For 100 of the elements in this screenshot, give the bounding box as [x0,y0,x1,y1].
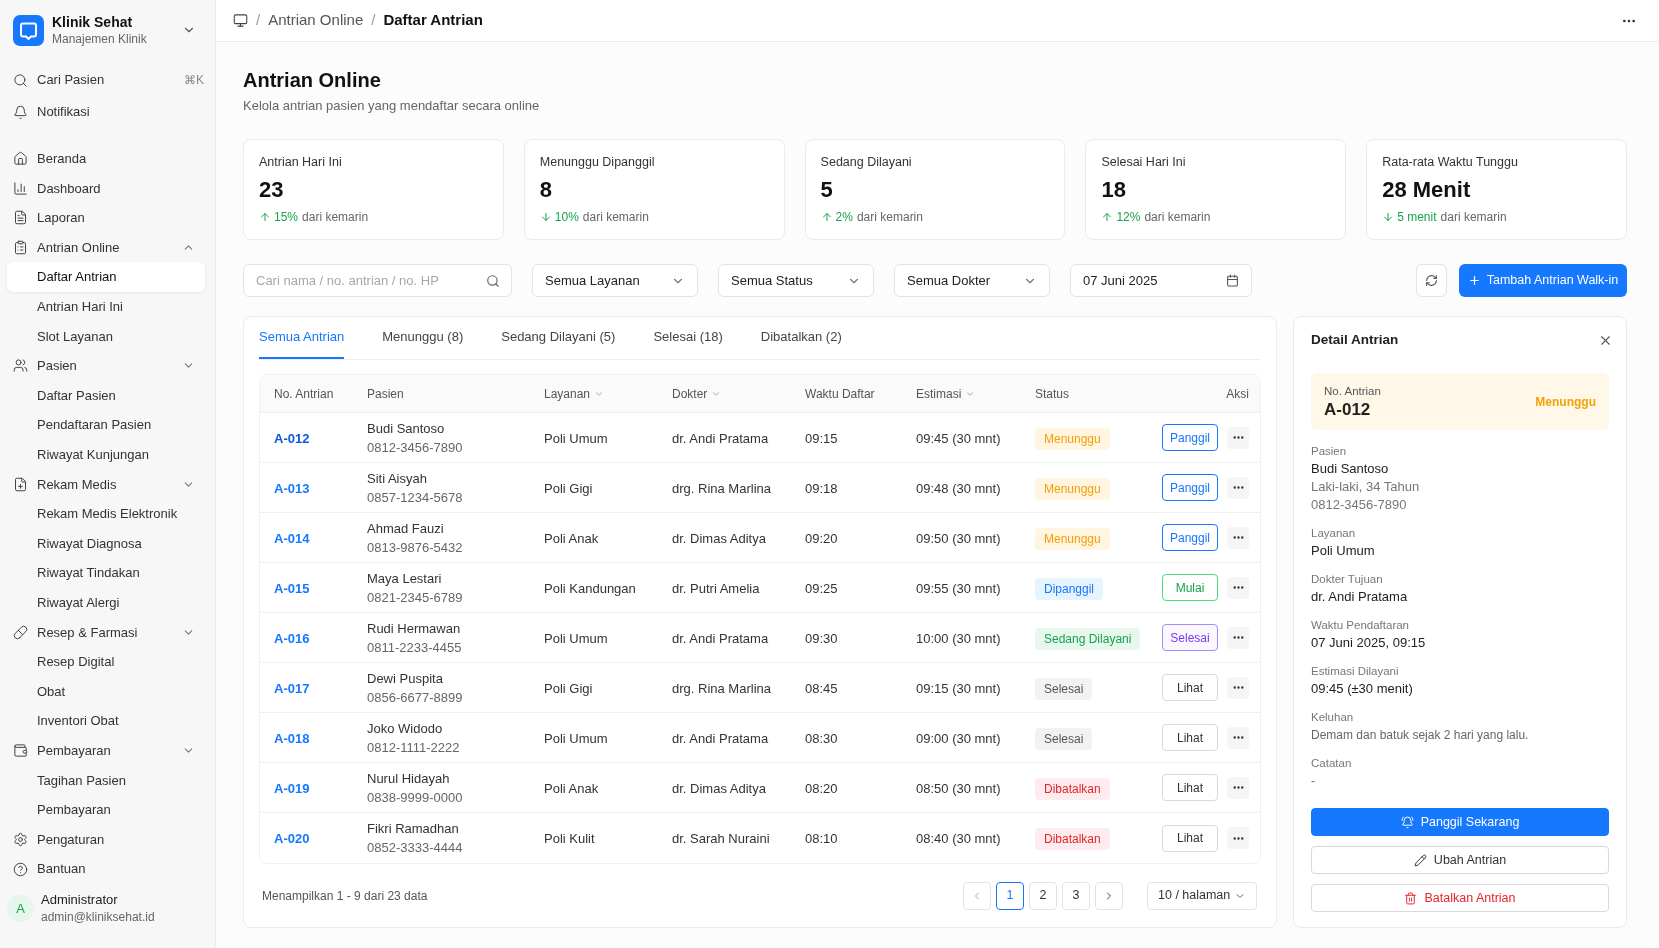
nav-item[interactable]: Rekam Medis Elektronik [7,499,205,529]
page-button[interactable]: 3 [1062,881,1090,910]
nav-item[interactable]: Notifikasi [7,97,205,127]
queue-number-link[interactable]: A-019 [274,780,310,796]
action-button[interactable]: Lihat [1162,824,1218,852]
settings-icon [13,831,28,847]
more-button[interactable] [1227,626,1249,649]
more-button[interactable] [1227,576,1249,599]
status-badge: Sedang Dilayani [1035,627,1141,650]
patient-name: Budi Santoso [367,419,446,438]
add-button[interactable]: Tambah Antrian Walk-in [1459,264,1627,297]
status-badge: Selesai [1035,727,1093,750]
nav-item[interactable]: Pembayaran [7,795,205,825]
nav-item[interactable]: Cari Pasien ⌘K [7,65,205,95]
patient-name: Nurul Hidayah [367,769,451,788]
tab[interactable]: Menunggu (8) [382,317,464,359]
stat-label: Antrian Hari Ini [259,154,343,171]
doctor-text: dr. Putri Amelia [672,580,760,596]
nav-item[interactable]: Resep & Farmasi [7,617,205,648]
action-button[interactable]: Selesai [1162,624,1218,651]
nav-item[interactable]: Riwayat Diagnosa [7,528,205,559]
nav-item[interactable]: Beranda [7,144,205,174]
action-button[interactable]: Lihat [1162,724,1218,751]
nav-item[interactable]: Pembayaran [7,735,205,766]
queue-number-link[interactable]: A-020 [274,831,310,846]
users-icon [13,358,28,374]
field-value: Budi Santoso [1311,460,1390,478]
search-field[interactable]: Cari nama / no. antrian / no. HP [243,264,512,297]
queue-number-link[interactable]: A-017 [274,680,310,696]
queue-number-link[interactable]: A-016 [274,630,310,646]
service-text: Poli Kulit [544,831,595,846]
nav-item[interactable]: Inventori Obat [7,706,205,736]
nav-item[interactable]: Resep Digital [7,647,205,677]
action-button[interactable]: Panggil [1162,524,1218,551]
stat-value: 28 Menit [1382,176,1472,204]
nav-item[interactable]: Tagihan Pasien [7,765,205,796]
tab[interactable]: Dibatalkan (2) [760,317,842,359]
more-button[interactable] [1227,776,1249,799]
patient-name: Joko Widodo [367,719,444,738]
status-badge: Selesai [1035,677,1093,700]
more-button[interactable] [1227,676,1249,699]
action-button[interactable]: Lihat [1162,674,1218,701]
nav-item[interactable]: Daftar Pasien [7,380,205,411]
more-button[interactable] [1227,726,1249,749]
breadcrumb-link[interactable]: Antrian Online [268,9,364,32]
more-button[interactable] [1227,827,1249,849]
page-button[interactable]: 1 [996,881,1024,910]
time-text: 09:18 [805,480,838,496]
tab[interactable]: Sedang Dilayani (5) [501,317,616,359]
queue-number-link[interactable]: A-015 [274,580,310,596]
page-button[interactable]: 2 [1029,881,1057,910]
more-button[interactable] [1227,526,1249,549]
nav-item[interactable]: Riwayat Tindakan [7,558,205,588]
status-badge: Menunggu [1035,527,1110,550]
field-value: 0812-3456-7890 [1311,496,1408,514]
patient-phone: 0812-1111-2222 [367,738,461,757]
avatar: A [7,895,34,923]
nav-item[interactable]: Riwayat Alergi [7,587,205,618]
more-button[interactable] [1227,476,1249,499]
refresh-button[interactable] [1416,264,1447,297]
column-header: No. Antrian [274,385,334,403]
queue-label: No. Antrian [1324,383,1381,399]
service-text: Poli Gigi [544,680,593,696]
plus-icon [1467,274,1481,287]
edit-button[interactable]: Ubah Antrian [1311,846,1609,874]
page-size-dropdown[interactable]: 10 / halaman [1147,881,1257,910]
filter-dropdown[interactable]: Semua Layanan [532,264,698,297]
nav-item[interactable]: Obat [7,676,205,707]
nav-item[interactable]: Slot Layanan [7,321,205,352]
action-button[interactable]: Panggil [1162,474,1218,501]
call-now-button[interactable]: Panggil Sekarang [1311,808,1609,836]
tab[interactable]: Semua Antrian [259,317,345,359]
queue-number-link[interactable]: A-012 [274,430,310,446]
more-button[interactable] [1227,426,1249,449]
action-button[interactable]: Lihat [1162,774,1218,801]
action-button[interactable]: Panggil [1162,424,1218,451]
nav-item[interactable]: Pengaturan [7,824,205,855]
nav-item[interactable]: Rekam Medis [7,469,205,500]
cancel-button[interactable]: Batalkan Antrian [1311,884,1609,912]
queue-number-link[interactable]: A-014 [274,530,310,546]
nav-item[interactable]: Antrian Online [7,232,205,263]
stat-label: Sedang Dilayani [820,154,913,171]
field-value: Poli Umum [1311,542,1376,560]
nav-item[interactable]: Riwayat Kunjungan [7,439,205,470]
filter-dropdown[interactable]: Semua Status [718,264,874,297]
trash-icon [1404,891,1418,905]
nav-item[interactable]: Pasien [7,351,205,381]
filter-dropdown[interactable]: Semua Dokter [894,264,1050,297]
queue-number-link[interactable]: A-018 [274,730,310,746]
tab[interactable]: Selesai (18) [653,317,723,359]
nav-item[interactable]: Antrian Hari Ini [7,291,205,322]
queue-number-link[interactable]: A-013 [274,480,310,496]
nav-item[interactable]: Pendaftaran Pasien [7,410,205,440]
page-subtitle: Kelola antrian pasien yang mendaftar secara online [243,97,541,115]
nav-item[interactable]: Laporan [7,203,205,233]
bar-chart-icon [13,180,28,196]
nav-item[interactable]: Dashboard [7,173,205,204]
date-field[interactable]: 07 Juni 2025 [1070,264,1252,297]
nav-item[interactable]: Daftar Antrian [7,262,205,292]
nav-item[interactable]: Bantuan [7,854,205,884]
